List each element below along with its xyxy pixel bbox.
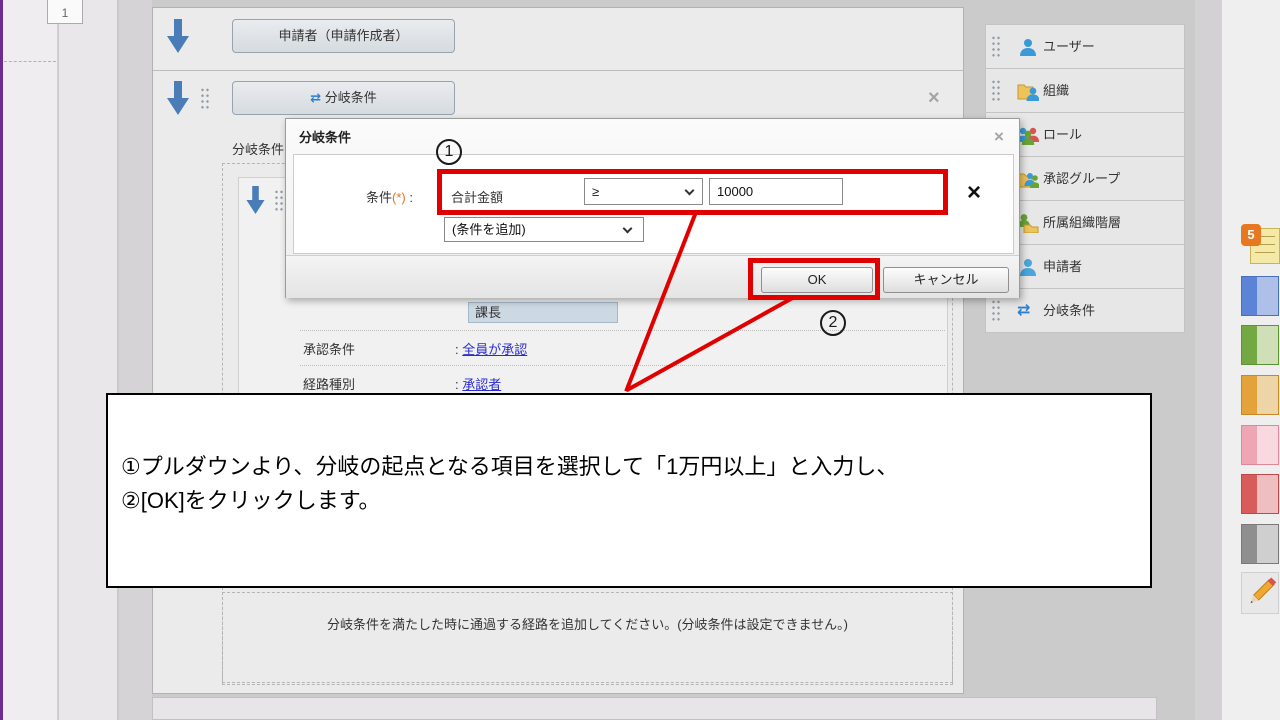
slide-thumbnail-pane bbox=[3, 0, 58, 720]
route-type-link[interactable]: 承認者 bbox=[462, 377, 501, 392]
row-divider bbox=[153, 70, 963, 71]
slide-number-box[interactable]: 1 bbox=[47, 0, 83, 24]
dotted-separator bbox=[300, 330, 945, 331]
instruction-line-2: ②[OK]をクリックします。 bbox=[121, 488, 381, 513]
pink-chip bbox=[1241, 425, 1279, 465]
pencil-icon bbox=[1250, 577, 1277, 604]
org-hierarchy-icon bbox=[1018, 214, 1039, 233]
applicant-icon bbox=[1020, 259, 1036, 276]
branch-icon: ⇄ bbox=[1017, 302, 1031, 319]
branch-node-button[interactable]: ⇄ 分岐条件 bbox=[232, 81, 455, 115]
flow-down-arrow-icon bbox=[167, 19, 189, 53]
add-condition-value: (条件を追加) bbox=[452, 222, 526, 237]
sidebar-item-label: 分岐条件 bbox=[1043, 303, 1096, 318]
callout-2: 2 bbox=[820, 310, 846, 336]
required-mark: (*) bbox=[392, 190, 406, 205]
sidebar-item-label: 承認グループ bbox=[1043, 171, 1121, 186]
thumbnail-divider bbox=[4, 61, 56, 62]
flow-down-arrow-icon bbox=[167, 81, 189, 115]
flow-down-arrow-icon bbox=[246, 186, 265, 214]
drag-handle[interactable] bbox=[274, 189, 284, 212]
branch-node-label: 分岐条件 bbox=[324, 90, 377, 105]
cancel-button[interactable]: キャンセル bbox=[883, 267, 1009, 293]
chevron-down-icon bbox=[622, 223, 633, 234]
blue-chip bbox=[1241, 276, 1279, 316]
pane-gutter bbox=[59, 0, 118, 720]
sidebar-item-label: 所属組織階層 bbox=[1043, 215, 1122, 230]
add-route-hint: 分岐条件を満たした時に通過する経路を追加してください。(分岐条件は設定できません… bbox=[222, 592, 953, 683]
approval-condition-link[interactable]: 全員が承認 bbox=[462, 342, 527, 357]
red-chip bbox=[1241, 474, 1279, 514]
user-icon bbox=[1020, 39, 1036, 56]
orange-chip bbox=[1241, 375, 1279, 415]
condition-label: 条件(*) : bbox=[366, 187, 413, 206]
remove-condition-icon[interactable]: × bbox=[967, 179, 981, 207]
sidebar-item-label: ユーザー bbox=[1043, 39, 1095, 54]
start-node-button[interactable]: 申請者（申請作成者） bbox=[232, 19, 455, 53]
drag-handle[interactable] bbox=[991, 79, 1001, 102]
branch-icon: ⇄ bbox=[310, 90, 322, 105]
approver-chip[interactable]: 課長 bbox=[468, 302, 618, 323]
add-condition-select[interactable]: (条件を追加) bbox=[444, 217, 644, 242]
condition-label-text: 条件 bbox=[366, 190, 393, 205]
canvas-gutter bbox=[119, 0, 152, 720]
dialog-title: 分岐条件 bbox=[299, 130, 352, 145]
approval-condition-value: : 全員が承認 bbox=[455, 339, 527, 358]
approval-condition-label: 承認条件 bbox=[303, 342, 356, 357]
instruction-note: ①プルダウンより、分岐の起点となる項目を選択して「1万円以上」と入力し、 ②[O… bbox=[106, 393, 1152, 588]
route-type-value: : 承認者 bbox=[455, 374, 501, 393]
drag-handle[interactable] bbox=[991, 299, 1001, 322]
approval-group-icon bbox=[1017, 173, 1039, 188]
colon: : bbox=[405, 190, 413, 205]
right-gutter bbox=[1195, 0, 1222, 720]
next-section-strip bbox=[152, 697, 1157, 720]
sidebar-item-organization[interactable]: 組織 bbox=[986, 69, 1184, 113]
colon: : bbox=[455, 377, 459, 392]
green-chip bbox=[1241, 325, 1279, 365]
remove-branch-icon[interactable]: × bbox=[928, 88, 940, 108]
count-badge: 5 bbox=[1241, 224, 1261, 246]
edit-pencil-button[interactable] bbox=[1241, 572, 1279, 614]
dialog-close-icon[interactable]: × bbox=[994, 128, 1004, 145]
drag-handle[interactable] bbox=[991, 35, 1001, 58]
condition-highlight-rect bbox=[437, 169, 948, 215]
sidebar-item-label: 組織 bbox=[1043, 83, 1070, 98]
instruction-line-1: ①プルダウンより、分岐の起点となる項目を選択して「1万円以上」と入力し、 bbox=[121, 454, 899, 479]
sidebar-item-label: 申請者 bbox=[1043, 259, 1083, 274]
sidebar-item-user[interactable]: ユーザー bbox=[986, 25, 1184, 69]
organization-icon bbox=[1017, 84, 1039, 101]
gray-chip bbox=[1241, 524, 1279, 564]
role-icon bbox=[1017, 127, 1039, 145]
route-type-label: 経路種別 bbox=[303, 377, 356, 392]
dotted-separator bbox=[300, 365, 945, 366]
branch-field-label: 分岐条件 bbox=[232, 142, 285, 157]
ok-highlight-rect bbox=[748, 258, 880, 300]
drag-handle[interactable] bbox=[200, 87, 210, 110]
colon: : bbox=[455, 342, 459, 357]
callout-1: 1 bbox=[436, 139, 462, 165]
sidebar-item-label: ロール bbox=[1043, 127, 1083, 142]
